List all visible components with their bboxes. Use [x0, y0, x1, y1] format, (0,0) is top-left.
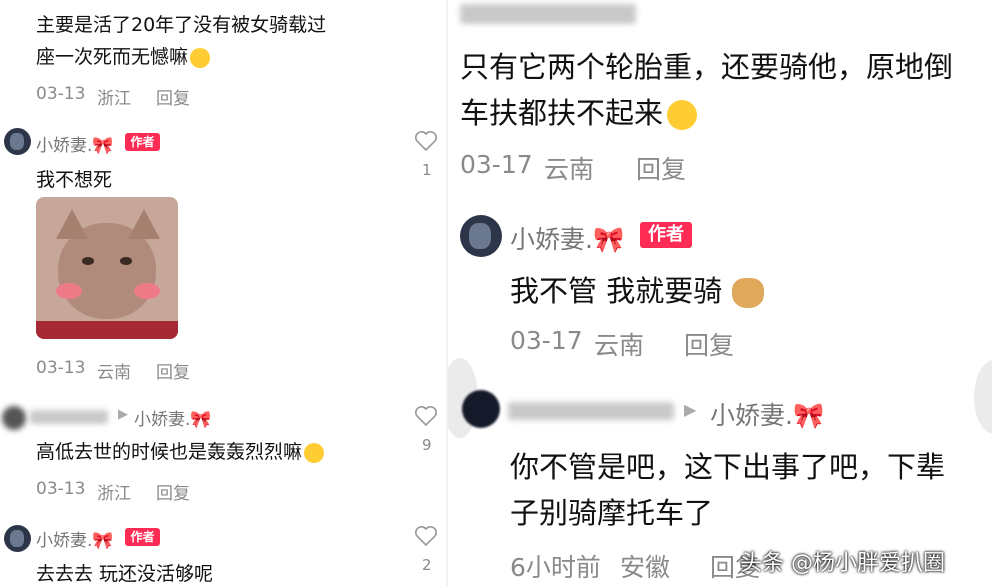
blurred-username: [508, 402, 674, 420]
like-count: 2: [422, 556, 432, 574]
laugh-cry-emoji-icon: [190, 47, 211, 68]
like-heart-icon[interactable]: [414, 405, 438, 431]
reply-arrow-icon: ▶: [684, 400, 697, 419]
left-comment-panel: 主要是活了20年了没有被女骑载过 座一次死而无憾嘛 03-13 浙江 回复 小娇…: [0, 0, 446, 586]
comment-date: 03-13: [36, 479, 86, 499]
comment-date: 03-13: [36, 84, 86, 104]
comment-text: 去去去 玩还没活够呢: [36, 563, 214, 585]
author-badge: 作者: [125, 133, 160, 151]
doge-emoji-icon: [732, 278, 765, 308]
cat-sticker-image[interactable]: [36, 197, 178, 339]
reply-target-username[interactable]: 小娇妻.🎀: [710, 396, 824, 432]
comment-date: 03-17: [460, 150, 533, 179]
author-badge: 作者: [640, 222, 692, 248]
blurred-username: [460, 4, 636, 24]
laugh-cry-emoji-icon: [304, 442, 325, 463]
reply-button[interactable]: 回复: [156, 479, 190, 504]
avatar[interactable]: [4, 525, 31, 552]
comment-text: 我不想死: [36, 169, 113, 191]
reply-button[interactable]: 回复: [636, 150, 686, 186]
comment-location: 云南: [544, 155, 595, 184]
comment-text: 车扶都扶不起来: [460, 90, 698, 132]
comment-date: 03-13: [36, 358, 86, 378]
comment-location: 云南: [97, 363, 131, 383]
like-count: 1: [422, 161, 432, 179]
comment-location: 浙江: [97, 89, 131, 109]
like-count: 9: [422, 436, 432, 454]
right-comment-panel: 只有它两个轮胎重，还要骑他，原地倒 车扶都扶不起来 03-17 云南 回复 小娇…: [448, 0, 992, 586]
comment-time: 6小时前: [510, 553, 601, 582]
comment-text: 你不管是吧，这下出事了吧，下辈: [510, 450, 946, 484]
scroll-edge-right: [974, 360, 992, 434]
reply-button[interactable]: 回复: [684, 326, 734, 362]
blurred-username: [30, 410, 108, 424]
comment-text: 子别骑摩托车了: [510, 496, 714, 530]
reply-target-username[interactable]: 小娇妻.🎀: [134, 405, 212, 430]
blurred-avatar: [462, 390, 500, 428]
avatar[interactable]: [4, 128, 31, 155]
reply-arrow-icon: ▶: [118, 407, 128, 422]
comment-text: 我不管 我就要骑: [510, 268, 765, 310]
watermark: 头条 @杨小胖爱扒圈: [740, 551, 945, 576]
username[interactable]: 小娇妻.🎀: [36, 131, 114, 156]
comment-text: 高低去世的时候也是轰轰烈烈嘛: [36, 437, 325, 464]
username[interactable]: 小娇妻.🎀: [36, 526, 114, 551]
comment-date: 03-17: [510, 326, 583, 355]
comment-location: 浙江: [97, 484, 131, 504]
smile-emoji-icon: [667, 100, 698, 130]
username[interactable]: 小娇妻.🎀: [510, 220, 624, 256]
comment-text: 座一次死而无憾嘛: [36, 42, 211, 69]
reply-button[interactable]: 回复: [156, 358, 190, 383]
avatar[interactable]: [460, 215, 502, 257]
blurred-avatar: [2, 406, 26, 430]
comment-text: 只有它两个轮胎重，还要骑他，原地倒: [460, 50, 954, 84]
comment-location: 云南: [594, 331, 645, 360]
reply-button[interactable]: 回复: [156, 84, 190, 109]
comment-text: 主要是活了20年了没有被女骑载过: [36, 14, 327, 36]
like-heart-icon[interactable]: [414, 130, 438, 156]
author-badge: 作者: [125, 528, 160, 546]
like-heart-icon[interactable]: [414, 525, 438, 551]
comment-location: 安徽: [620, 553, 671, 582]
